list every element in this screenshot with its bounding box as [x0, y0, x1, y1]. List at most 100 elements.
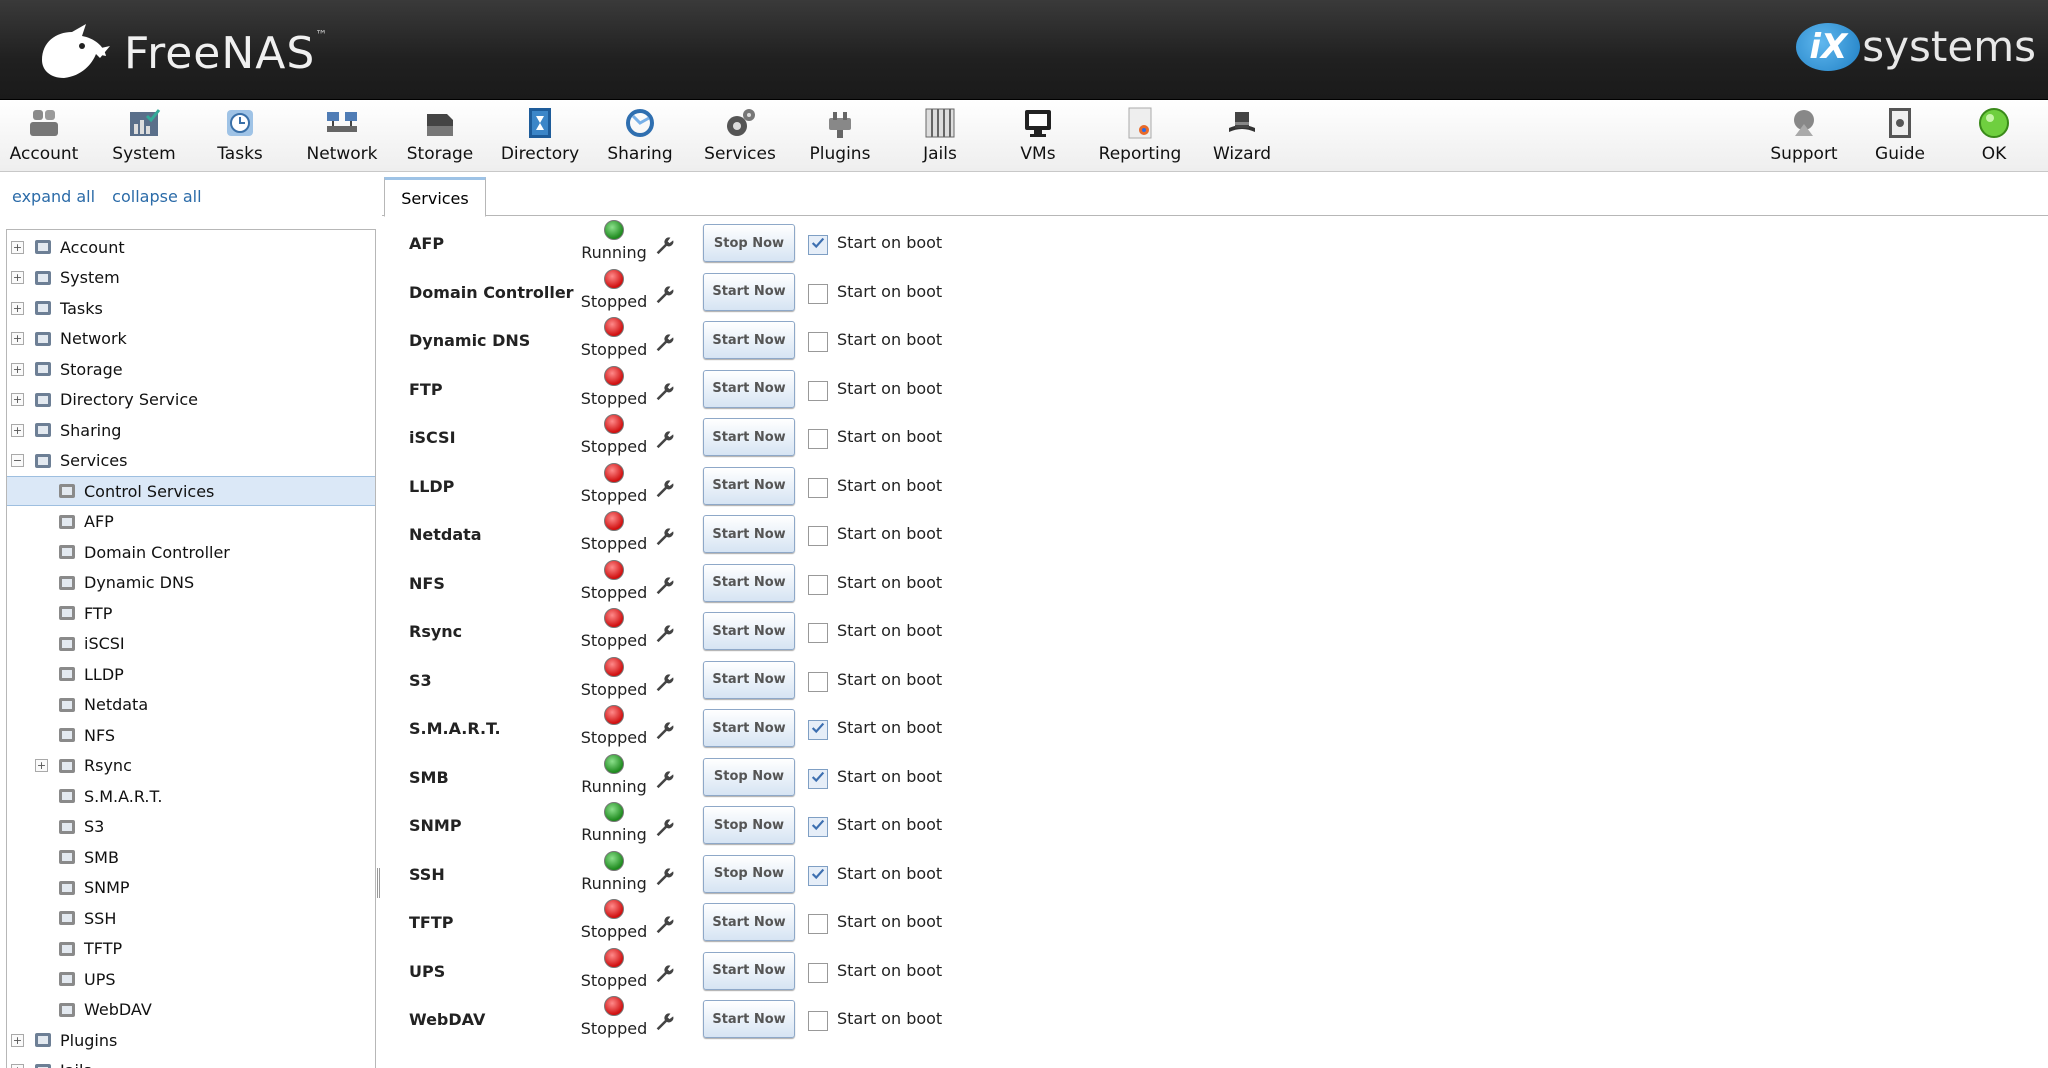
- tree-item-tasks[interactable]: + Tasks: [7, 293, 375, 323]
- configure-wrench-icon[interactable]: [653, 913, 675, 935]
- toolbar-wizard-button[interactable]: Wizard: [1192, 106, 1292, 168]
- configure-wrench-icon[interactable]: [653, 1010, 675, 1032]
- start-now-button[interactable]: Start Now: [703, 951, 795, 990]
- toolbar-ok-button[interactable]: OK: [1944, 106, 2044, 168]
- configure-wrench-icon[interactable]: [653, 574, 675, 596]
- toolbar-directory-button[interactable]: Directory: [490, 106, 590, 168]
- expand-icon[interactable]: +: [11, 393, 24, 406]
- configure-wrench-icon[interactable]: [653, 719, 675, 741]
- toolbar-jails-button[interactable]: Jails: [890, 106, 990, 168]
- stop-now-button[interactable]: Stop Now: [703, 806, 795, 844]
- expand-all-link[interactable]: expand all: [12, 187, 95, 206]
- start-on-boot-checkbox[interactable]: [808, 283, 828, 304]
- start-now-button[interactable]: Start Now: [703, 369, 795, 408]
- tree-item-domain-controller[interactable]: Domain Controller: [7, 537, 375, 567]
- start-on-boot-checkbox[interactable]: [808, 671, 828, 692]
- tree-item-lldp[interactable]: LLDP: [7, 659, 375, 689]
- configure-wrench-icon[interactable]: [653, 428, 675, 450]
- tree-item-netdata[interactable]: Netdata: [7, 690, 375, 720]
- start-on-boot-checkbox[interactable]: [808, 526, 828, 546]
- configure-wrench-icon[interactable]: [653, 865, 675, 887]
- expand-icon[interactable]: +: [11, 423, 24, 437]
- tree-item-snmp[interactable]: SNMP: [7, 873, 375, 903]
- toolbar-network-button[interactable]: Network: [292, 106, 392, 168]
- stop-now-button[interactable]: Stop Now: [703, 757, 795, 796]
- tree-item-ssh[interactable]: SSH: [7, 903, 375, 933]
- tree-item-dynamic-dns[interactable]: Dynamic DNS: [7, 568, 375, 598]
- tree-item-afp[interactable]: AFP: [7, 507, 375, 537]
- collapse-all-link[interactable]: collapse all: [112, 187, 201, 206]
- toolbar-support-button[interactable]: Support: [1754, 106, 1854, 168]
- configure-wrench-icon[interactable]: [653, 283, 675, 305]
- start-now-button[interactable]: Start Now: [703, 709, 795, 747]
- expand-icon[interactable]: +: [11, 332, 24, 345]
- configure-wrench-icon[interactable]: [653, 768, 675, 790]
- start-on-boot-checkbox[interactable]: [808, 429, 828, 449]
- toolbar-reporting-button[interactable]: Reporting: [1090, 106, 1190, 168]
- tree-item-webdav[interactable]: WebDAV: [7, 995, 375, 1025]
- tree-item-storage[interactable]: + Storage: [7, 354, 375, 384]
- stop-now-button[interactable]: Stop Now: [703, 224, 795, 262]
- toolbar-storage-button[interactable]: Storage: [390, 106, 490, 168]
- tree-item-ups[interactable]: UPS: [7, 964, 375, 994]
- toolbar-account-button[interactable]: Account: [0, 106, 94, 168]
- configure-wrench-icon[interactable]: [653, 962, 675, 984]
- configure-wrench-icon[interactable]: [653, 331, 675, 353]
- start-now-button[interactable]: Start Now: [703, 418, 795, 456]
- tree-item-network[interactable]: + Network: [7, 324, 375, 354]
- panel-splitter[interactable]: [377, 868, 380, 898]
- configure-wrench-icon[interactable]: [653, 622, 675, 644]
- start-on-boot-checkbox[interactable]: [808, 768, 828, 789]
- start-now-button[interactable]: Start Now: [703, 272, 795, 311]
- start-on-boot-checkbox[interactable]: [808, 380, 828, 401]
- start-now-button[interactable]: Start Now: [703, 321, 795, 359]
- expand-icon[interactable]: +: [11, 1064, 24, 1068]
- toolbar-vms-button[interactable]: VMs: [988, 106, 1088, 168]
- tree-item-directory-service[interactable]: + Directory Service: [7, 385, 375, 415]
- configure-wrench-icon[interactable]: [653, 671, 675, 693]
- tree-item-system[interactable]: + System: [7, 263, 375, 293]
- expand-icon[interactable]: +: [11, 362, 24, 376]
- toolbar-plugins-button[interactable]: Plugins: [790, 106, 890, 168]
- expand-icon[interactable]: +: [11, 301, 24, 315]
- tree-item-rsync[interactable]: + Rsync: [7, 751, 375, 781]
- start-on-boot-checkbox[interactable]: [808, 914, 828, 934]
- tree-item-plugins[interactable]: + Plugins: [7, 1025, 375, 1055]
- start-on-boot-checkbox[interactable]: [808, 817, 828, 837]
- toolbar-tasks-button[interactable]: Tasks: [190, 106, 290, 168]
- tree-item-jails[interactable]: + Jails: [7, 1056, 375, 1068]
- tree-item-sharing[interactable]: + Sharing: [7, 415, 375, 445]
- toolbar-system-button[interactable]: System: [94, 106, 194, 168]
- stop-now-button[interactable]: Stop Now: [703, 854, 795, 893]
- tab-services[interactable]: Services: [384, 177, 486, 217]
- toolbar-guide-button[interactable]: Guide: [1850, 106, 1950, 168]
- tree-item-s3[interactable]: S3: [7, 812, 375, 842]
- start-on-boot-checkbox[interactable]: [808, 962, 828, 983]
- expand-icon[interactable]: +: [11, 1033, 24, 1047]
- start-now-button[interactable]: Start Now: [703, 563, 795, 602]
- tree-item-control-services[interactable]: Control Services: [7, 476, 375, 506]
- expand-icon[interactable]: +: [35, 759, 48, 772]
- start-on-boot-checkbox[interactable]: [808, 865, 828, 886]
- collapse-icon[interactable]: −: [11, 454, 24, 467]
- expand-icon[interactable]: +: [11, 240, 24, 254]
- toolbar-services-button[interactable]: Services: [690, 106, 790, 168]
- start-on-boot-checkbox[interactable]: [808, 332, 828, 352]
- start-now-button[interactable]: Start Now: [703, 612, 795, 650]
- start-on-boot-checkbox[interactable]: [808, 235, 828, 255]
- start-on-boot-checkbox[interactable]: [808, 477, 828, 498]
- toolbar-sharing-button[interactable]: Sharing: [590, 106, 690, 168]
- tree-item-ftp[interactable]: FTP: [7, 598, 375, 628]
- configure-wrench-icon[interactable]: [653, 816, 675, 838]
- tree-item-smb[interactable]: SMB: [7, 842, 375, 872]
- tree-item-iscsi[interactable]: iSCSI: [7, 629, 375, 659]
- start-on-boot-checkbox[interactable]: [808, 574, 828, 595]
- tree-item-s-m-a-r-t-[interactable]: S.M.A.R.T.: [7, 781, 375, 811]
- tree-item-services[interactable]: − Services: [7, 446, 375, 476]
- tree-item-tftp[interactable]: TFTP: [7, 934, 375, 964]
- configure-wrench-icon[interactable]: [653, 234, 675, 256]
- start-now-button[interactable]: Start Now: [703, 1000, 795, 1038]
- configure-wrench-icon[interactable]: [653, 380, 675, 402]
- expand-icon[interactable]: +: [11, 271, 24, 284]
- start-on-boot-checkbox[interactable]: [808, 623, 828, 643]
